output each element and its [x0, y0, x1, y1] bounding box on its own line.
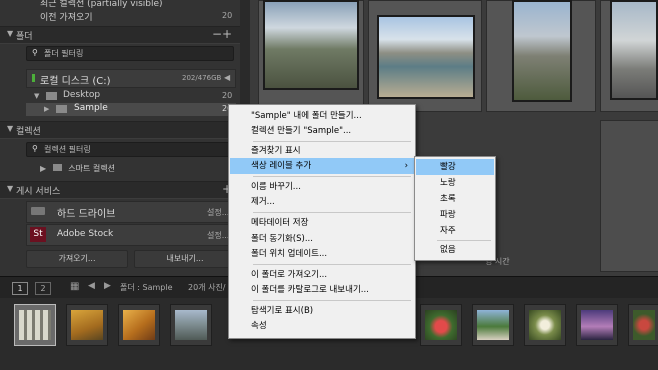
photo-thumbnail[interactable]	[263, 0, 359, 90]
volume-row[interactable]: 로컬 디스크 (C:) 202/476GB ◀	[26, 69, 236, 88]
filmstrip-thumb[interactable]	[66, 304, 108, 346]
service-name: 하드 드라이브	[57, 209, 116, 220]
grid-view-icon[interactable]: ▦	[70, 281, 79, 292]
photo-count: 20개 사진/	[188, 283, 226, 292]
color-yellow[interactable]: 노랑	[416, 175, 494, 191]
export-button[interactable]: 내보내기...	[134, 250, 236, 268]
folder-count: 20	[222, 91, 233, 100]
monitor-2-tab[interactable]: 2	[35, 282, 51, 295]
collection-filter-input[interactable]: ⚲ 컬렉션 필터링	[26, 142, 234, 157]
folder-path: 폴더 : Sample	[120, 283, 173, 292]
menu-export-as-catalog[interactable]: 이 폴더를 카탈로그로 내보내기...	[230, 282, 414, 298]
folder-filter-input[interactable]: ⚲ 폴더 필터링	[26, 46, 234, 61]
add-folder-icon[interactable]: +	[222, 27, 232, 41]
smart-collection-label: 스마트 컬렉션	[68, 164, 115, 173]
menu-add-color-label-text: 색상 레이블 추가	[251, 161, 312, 171]
filmstrip-thumb[interactable]	[118, 304, 160, 346]
photo-thumbnail[interactable]	[377, 15, 475, 99]
filmstrip-thumb[interactable]	[170, 304, 212, 346]
menu-update-folder-location[interactable]: 폴더 위치 업데이트...	[230, 246, 414, 262]
collapsed-triangle-icon[interactable]: ▶	[44, 105, 49, 113]
back-arrow-icon[interactable]: ◀	[88, 281, 95, 291]
collapsed-triangle-icon[interactable]: ▶	[40, 164, 46, 173]
publish-services-title: 게시 서비스	[16, 187, 61, 197]
previous-import-count: 20	[222, 11, 233, 20]
folders-title: 폴더	[16, 32, 33, 42]
grid-cell[interactable]	[600, 120, 658, 272]
collections-section-header[interactable]: ▼ 컬렉션	[0, 121, 240, 139]
filmstrip-thumb[interactable]	[628, 304, 658, 346]
left-panel: 최근 컬렉션 (partially visible) 이전 가져오기 20 ▼ …	[0, 0, 240, 276]
menu-separator	[437, 240, 491, 241]
filmstrip-thumb[interactable]	[472, 304, 514, 346]
folder-item-desktop[interactable]: ▼ Desktop 20	[26, 90, 236, 103]
collection-filter-placeholder: 컬렉션 필터링	[44, 145, 91, 154]
menu-remove[interactable]: 제거...	[230, 194, 414, 210]
menu-separator	[253, 264, 411, 265]
folder-context-menu: "Sample" 내에 폴더 만들기... 컬렉션 만들기 "Sample"..…	[228, 104, 416, 339]
menu-separator	[253, 141, 411, 142]
adobe-stock-icon: St	[30, 227, 46, 242]
menu-add-color-label[interactable]: 색상 레이블 추가 ›	[230, 158, 414, 174]
service-name: Adobe Stock	[57, 229, 114, 239]
filmstrip-thumb[interactable]	[576, 304, 618, 346]
volume-name: 로컬 디스크 (C:)	[40, 76, 111, 87]
monitor-1-tab[interactable]: 1	[12, 282, 28, 295]
service-hard-drive[interactable]: 하드 드라이브 설정...	[26, 201, 234, 223]
recent-collection-row[interactable]: 최근 컬렉션 (partially visible)	[40, 0, 163, 9]
service-adobe-stock[interactable]: St Adobe Stock 설정...	[26, 224, 234, 246]
search-icon: ⚲	[32, 48, 38, 57]
submenu-arrow-icon: ›	[404, 161, 408, 171]
filmstrip-thumb[interactable]	[524, 304, 566, 346]
service-settings-link[interactable]: 설정...	[207, 207, 229, 218]
menu-save-metadata[interactable]: 메타데이터 저장	[230, 215, 414, 231]
import-button[interactable]: 가져오기...	[26, 250, 128, 268]
folders-section-header[interactable]: ▼ 폴더 − +	[0, 26, 240, 44]
menu-mark-favorite[interactable]: 즐겨찾기 표시	[230, 143, 414, 159]
volume-triangle-icon[interactable]: ◀	[224, 73, 230, 82]
folder-name: Sample	[74, 103, 108, 113]
menu-show-in-explorer[interactable]: 탐색기로 표시(B)	[230, 303, 414, 319]
menu-sync-folder[interactable]: 폴더 동기화(S)...	[230, 231, 414, 247]
color-blue[interactable]: 파랑	[416, 207, 494, 223]
search-icon: ⚲	[32, 144, 38, 153]
photo-thumbnail[interactable]	[512, 0, 572, 102]
menu-import-to-folder[interactable]: 이 폴더로 가져오기...	[230, 267, 414, 283]
collections-title: 컬렉션	[16, 127, 41, 137]
color-green[interactable]: 초록	[416, 191, 494, 207]
color-red[interactable]: 빨강	[416, 159, 494, 175]
folder-name: Desktop	[63, 90, 101, 100]
menu-separator	[253, 300, 411, 301]
color-none[interactable]: 없음	[416, 242, 494, 258]
menu-separator	[253, 176, 411, 177]
smart-collection-row[interactable]: ▶ 스마트 컬렉션	[40, 163, 115, 174]
forward-arrow-icon[interactable]: ▶	[104, 281, 111, 291]
color-purple[interactable]: 자주	[416, 223, 494, 239]
folder-filter-placeholder: 폴더 필터링	[44, 49, 84, 58]
expand-triangle-icon[interactable]: ▼	[34, 92, 39, 100]
collapse-triangle-icon[interactable]: ▼	[7, 184, 13, 193]
previous-import-row[interactable]: 이전 가져오기	[40, 10, 93, 23]
smart-collection-icon	[52, 164, 62, 171]
menu-rename[interactable]: 이름 바꾸기...	[230, 179, 414, 195]
folder-icon	[46, 92, 57, 100]
menu-create-folder[interactable]: "Sample" 내에 폴더 만들기...	[230, 108, 414, 124]
menu-properties[interactable]: 속성	[230, 318, 414, 334]
service-settings-link[interactable]: 설정...	[207, 230, 229, 241]
minus-icon[interactable]: −	[212, 27, 222, 41]
photo-thumbnail[interactable]	[610, 0, 658, 100]
menu-separator	[253, 212, 411, 213]
hard-drive-icon	[31, 207, 45, 215]
publish-services-header[interactable]: ▼ 게시 서비스 +	[0, 181, 240, 199]
volume-status-icon	[32, 74, 35, 82]
volume-size: 202/476GB	[182, 74, 222, 82]
collapse-triangle-icon[interactable]: ▼	[7, 124, 13, 133]
folder-item-sample[interactable]: ▶ Sample 20	[26, 103, 236, 116]
filmstrip-thumb[interactable]	[14, 304, 56, 346]
filmstrip-thumb[interactable]	[420, 304, 462, 346]
color-label-submenu: 빨강 노랑 초록 파랑 자주 없음	[414, 156, 496, 261]
menu-create-collection[interactable]: 컬렉션 만들기 "Sample"...	[230, 123, 414, 139]
collapse-triangle-icon[interactable]: ▼	[7, 29, 13, 38]
folder-icon	[56, 105, 67, 113]
